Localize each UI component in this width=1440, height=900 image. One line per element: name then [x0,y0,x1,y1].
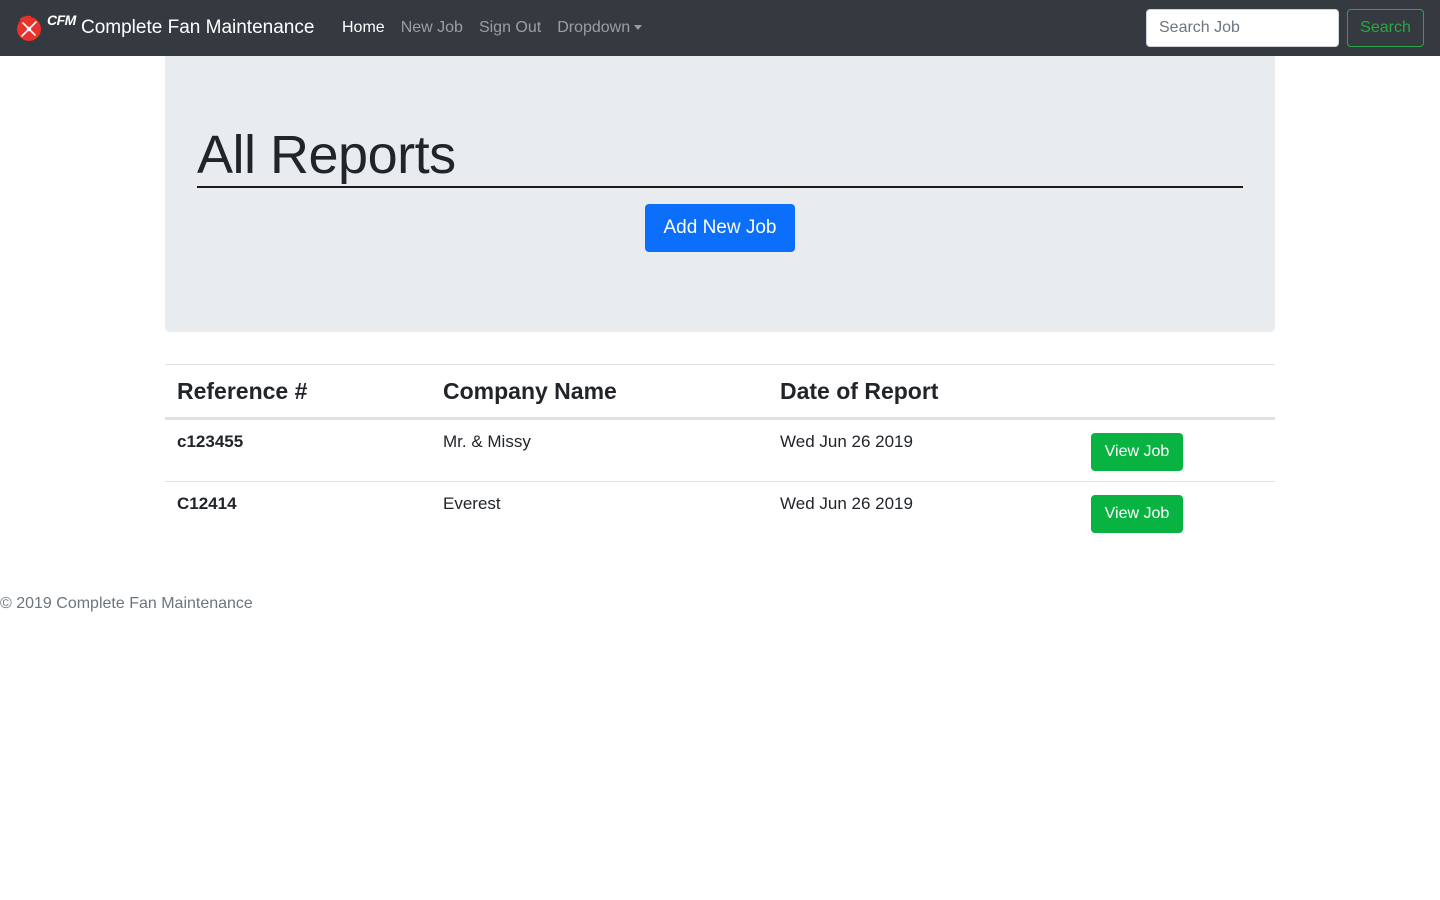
cell-date: Wed Jun 26 2019 [768,418,1079,482]
reports-table-wrapper: Reference # Company Name Date of Report … [165,364,1275,545]
page-title: All Reports [197,124,1243,188]
cell-company: Everest [443,494,501,513]
cell-reference: c123455 [165,418,431,482]
cell-company: Mr. & Missy [431,418,768,482]
table-row: C12414 Everest Wed Jun 26 2019 View Job [165,482,1275,545]
table-row: c123455 Mr. & Missy Wed Jun 26 2019 View… [165,418,1275,482]
view-job-button[interactable]: View Job [1091,433,1183,471]
nav-sign-out[interactable]: Sign Out [471,19,549,37]
reports-table: Reference # Company Name Date of Report … [165,364,1275,545]
nav-links: Home New Job Sign Out Dropdown [334,0,650,56]
cfm-logo: CFM [16,8,78,48]
navbar: CFM Complete Fan Maintenance Home New Jo… [0,0,1440,56]
brand-name: Complete Fan Maintenance [81,17,315,38]
table-header-row: Reference # Company Name Date of Report [165,364,1275,420]
header-company-name: Company Name [431,364,768,420]
nav-dropdown[interactable]: Dropdown [549,19,650,37]
search-button[interactable]: Search [1347,9,1424,47]
cell-reference: C12414 [177,494,237,513]
search-input[interactable] [1146,9,1339,47]
logo-text: CFM [47,12,76,28]
fan-logo-icon [17,15,41,41]
nav-home[interactable]: Home [334,19,393,37]
header-actions [1079,364,1275,420]
header-date-of-report: Date of Report [768,364,1079,420]
cell-date: Wed Jun 26 2019 [780,494,913,513]
cell-action: View Job [1079,418,1275,482]
jumbotron: All Reports Add New Job [165,56,1275,332]
add-new-job-button[interactable]: Add New Job [645,204,795,252]
header-reference: Reference # [165,364,431,420]
brand-link[interactable]: CFM Complete Fan Maintenance [16,8,314,48]
view-job-button[interactable]: View Job [1091,495,1183,533]
caret-down-icon [634,24,643,30]
nav-new-job[interactable]: New Job [393,19,471,37]
dropdown-label: Dropdown [557,19,631,36]
footer-copyright: © 2019 Complete Fan Maintenance [0,595,253,612]
cell-action: View Job [1079,482,1275,545]
